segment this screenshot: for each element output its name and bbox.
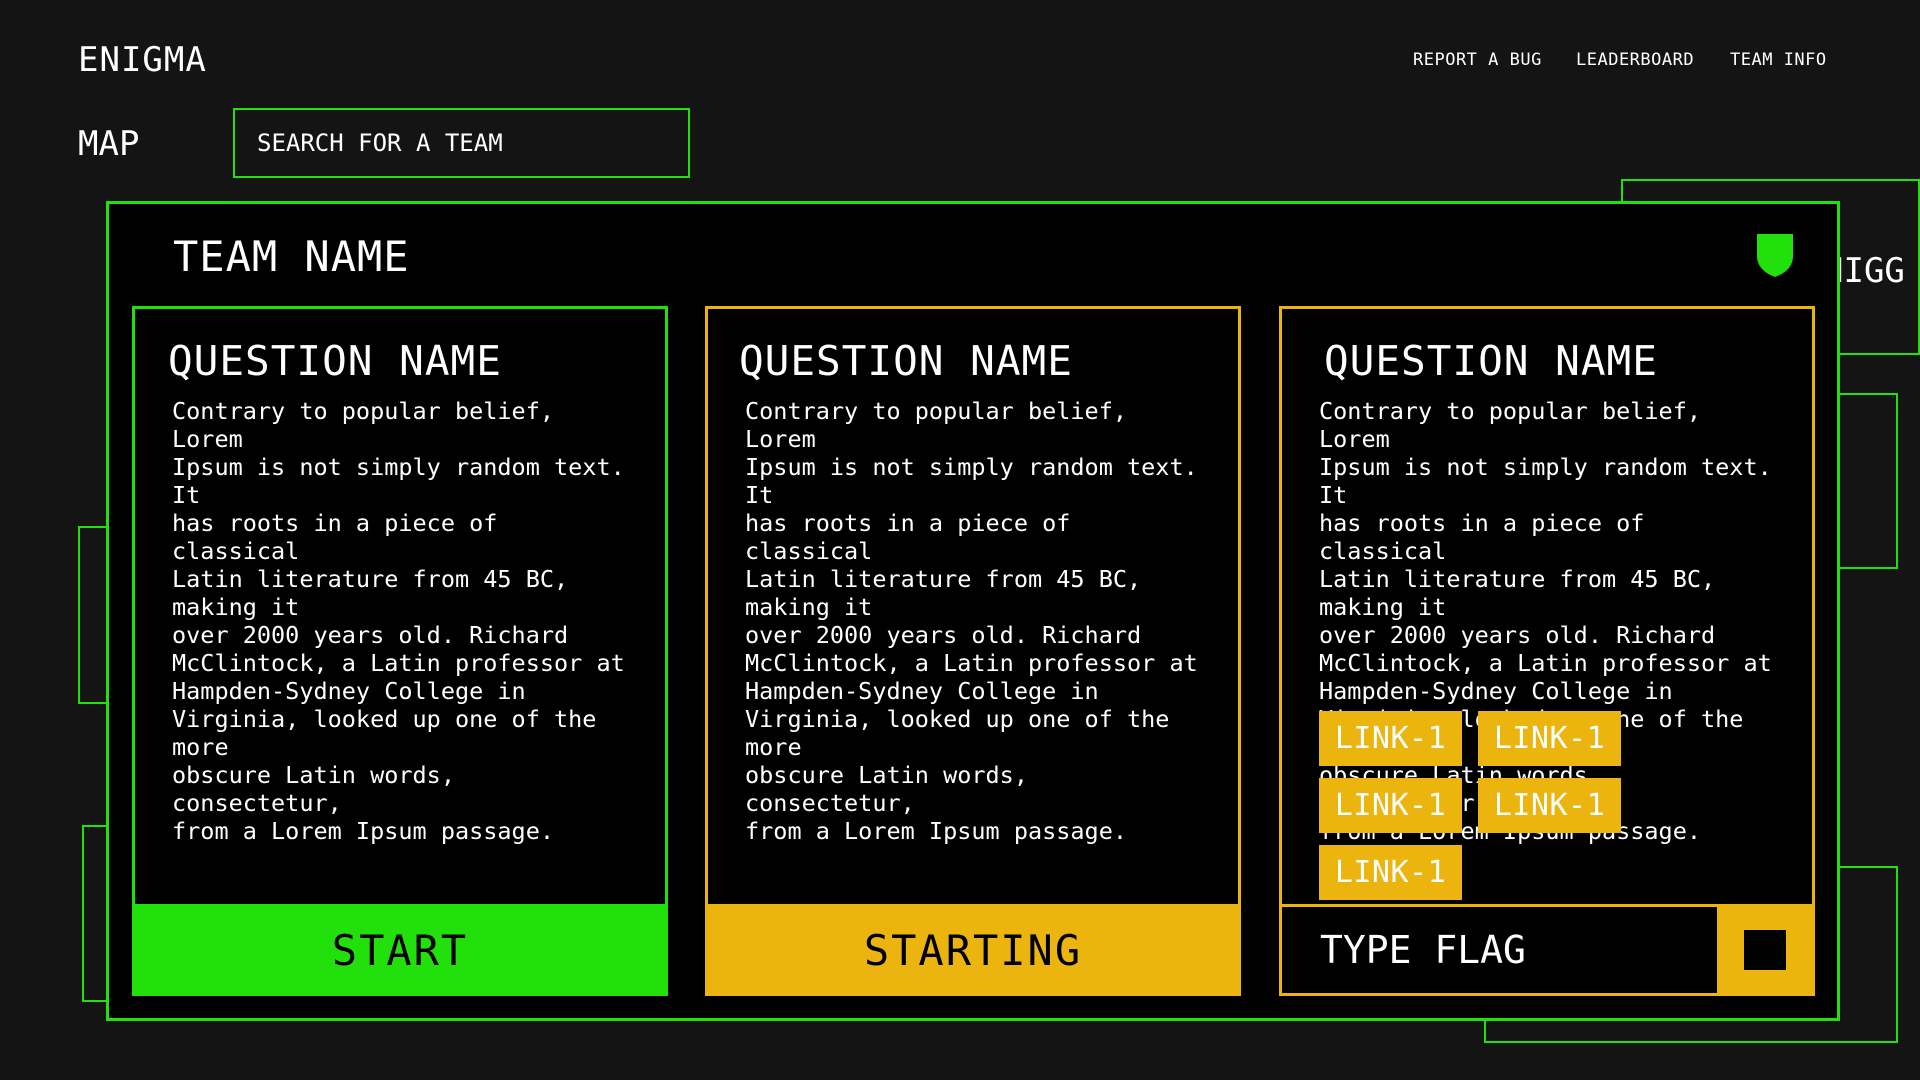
shield-icon [1757,234,1793,277]
flag-row [1282,904,1812,993]
link-button[interactable]: LINK-1 [1319,711,1462,766]
links-group: LINK-1 LINK-1 LINK-1 LINK-1 LINK-1 [1319,711,1779,900]
starting-button[interactable]: STARTING [705,904,1241,996]
link-button[interactable]: LINK-1 [1478,778,1621,833]
search-input[interactable] [233,108,690,178]
question-card: QUESTION NAME Contrary to popular belief… [705,306,1241,996]
team-name: TEAM NAME [173,232,410,281]
question-title: QUESTION NAME [168,337,502,385]
team-modal: TEAM NAME QUESTION NAME Contrary to popu… [106,201,1840,1021]
link-button[interactable]: LINK-1 [1319,778,1462,833]
flag-submit-button[interactable] [1717,907,1812,993]
start-button[interactable]: START [132,904,668,996]
question-description: Contrary to popular belief, Lorem Ipsum … [172,397,625,845]
map-label: MAP [78,124,140,164]
question-title: QUESTION NAME [739,337,1073,385]
question-description: Contrary to popular belief, Lorem Ipsum … [745,397,1198,845]
nav-report-bug[interactable]: REPORT A BUG [1413,50,1542,70]
question-card: QUESTION NAME Contrary to popular belief… [1279,306,1815,996]
flag-input[interactable] [1282,907,1717,993]
submit-square-icon [1743,930,1786,970]
question-card: QUESTION NAME Contrary to popular belief… [132,306,668,996]
question-title: QUESTION NAME [1324,337,1658,385]
app-logo: ENIGMA [78,40,207,80]
nav-leaderboard[interactable]: LEADERBOARD [1576,50,1694,70]
nav-team-info[interactable]: TEAM INFO [1730,50,1827,70]
link-button[interactable]: LINK-1 [1319,845,1462,900]
link-button[interactable]: LINK-1 [1478,711,1621,766]
